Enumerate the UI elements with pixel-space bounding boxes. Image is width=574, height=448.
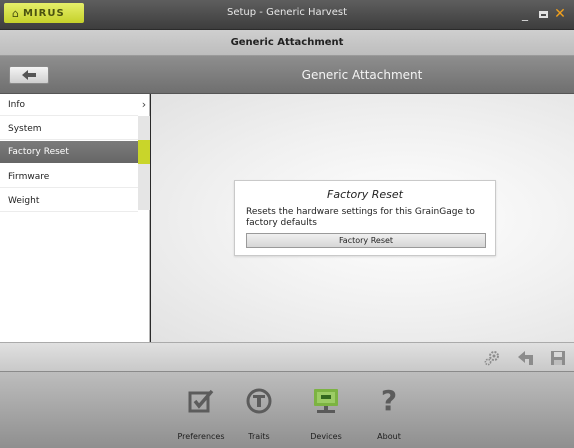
back-button[interactable] — [9, 66, 49, 84]
nav-label-traits: Traits — [248, 432, 270, 441]
maximize-icon — [538, 11, 548, 18]
sidebar-scroll-thumb[interactable] — [138, 140, 150, 164]
minimize-button[interactable]: _ — [518, 5, 532, 23]
sidebar-item-info[interactable]: Info — [0, 94, 138, 116]
nav-label-devices: Devices — [310, 432, 342, 441]
sidebar-item-weight[interactable]: Weight — [0, 190, 138, 212]
maximize-button[interactable] — [536, 5, 550, 23]
traits-t-icon — [245, 386, 273, 416]
header-bar: Generic Attachment — [0, 56, 574, 94]
undo-icon[interactable] — [517, 349, 535, 367]
settings-gears-icon[interactable] — [483, 349, 501, 367]
card-title: Factory Reset — [327, 188, 403, 201]
checkbox-icon — [187, 386, 215, 416]
bottom-navigation: Preferences Traits Devices ? About — [0, 372, 574, 448]
factory-reset-card: Factory Reset Resets the hardware settin… — [234, 180, 496, 256]
nav-label-about: About — [377, 432, 401, 441]
device-monitor-icon — [312, 386, 340, 416]
header-title: Generic Attachment — [301, 68, 423, 82]
sidebar-item-system[interactable]: System — [0, 118, 138, 140]
chevron-right-icon[interactable]: › — [138, 94, 150, 116]
sidebar-item-factory-reset[interactable]: Factory Reset — [0, 141, 138, 163]
sidebar: Info › System Factory Reset Firmware Wei… — [0, 94, 150, 342]
save-disk-icon[interactable] — [549, 349, 567, 367]
factory-reset-button[interactable]: Factory Reset — [246, 233, 486, 248]
main-content: Factory Reset Resets the hardware settin… — [151, 94, 574, 342]
window-titlebar: ⌂ MIRUS Setup - Generic Harvest _ ✕ — [0, 0, 574, 30]
page-subtitle: Generic Attachment — [0, 30, 574, 56]
window-title: Setup - Generic Harvest — [227, 7, 347, 18]
back-arrow-icon — [22, 70, 36, 80]
close-button[interactable]: ✕ — [553, 5, 567, 23]
action-bar — [0, 342, 574, 372]
card-description: Resets the hardware settings for this Gr… — [246, 207, 475, 228]
sidebar-item-firmware[interactable]: Firmware — [0, 166, 138, 188]
question-mark-icon: ? — [380, 384, 398, 417]
nav-label-preferences: Preferences — [177, 432, 225, 441]
